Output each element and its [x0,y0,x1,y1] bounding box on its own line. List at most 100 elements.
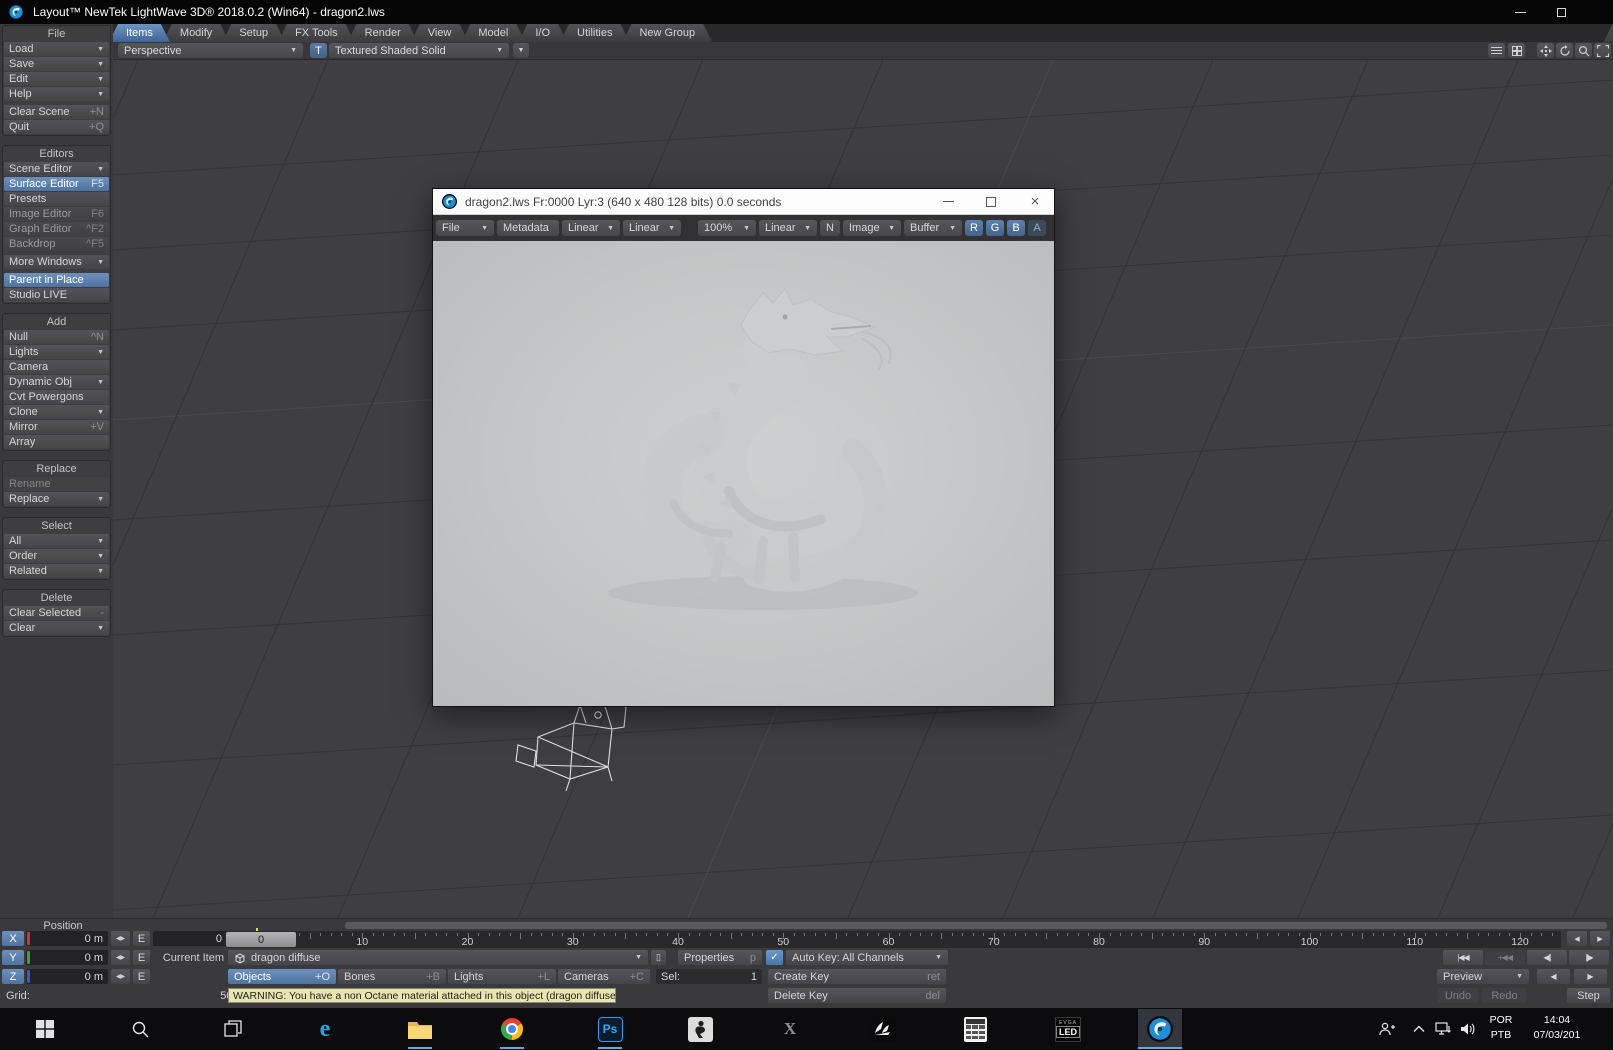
axis-x-button[interactable]: X [2,931,24,946]
step-button[interactable]: Step [1567,988,1610,1003]
play-forward-button[interactable]: ▶ [1574,969,1607,984]
sidebar-item-dynamic-obj[interactable]: Dynamic Obj ▼ [4,375,109,389]
axis-x-value-field[interactable]: 0 m [26,931,108,946]
render-close-button[interactable]: × [1018,189,1052,214]
texture-toggle-button[interactable]: T [310,43,327,58]
render-window-titlebar[interactable]: dragon2.lws Fr:0000 Lyr:3 (640 x 480 128… [433,189,1054,215]
horizontal-scrollbar[interactable] [345,922,1607,929]
taskbar-zbrush[interactable] [678,1009,722,1049]
sidebar-item-help[interactable]: Help ▼ [4,87,109,101]
tab-utilities[interactable]: Utilities [560,24,629,42]
sidebar-item-replace[interactable]: Replace ▼ [4,492,109,506]
taskbar-x-app[interactable]: X [768,1009,812,1049]
transport-button-0[interactable]: |◀◀ [1443,950,1483,965]
preview-dropdown[interactable]: Preview ▼ [1437,969,1529,984]
taskbar-edge[interactable]: e [303,1009,347,1049]
taskbar-file-explorer[interactable] [398,1009,442,1049]
taskbar-evga-led[interactable]: EVGA LED [1046,1009,1090,1049]
axis-z-button[interactable]: Z [2,969,24,984]
sidebar-item-edit[interactable]: Edit ▼ [4,72,109,86]
tray-speaker-button[interactable] [1459,1021,1477,1037]
category-objects-button[interactable]: Objects +O [228,969,336,984]
range-step-back-button[interactable]: ◀ [1567,931,1587,946]
viewport-pan-button[interactable] [1537,43,1554,58]
envelope-button[interactable]: E [133,969,150,984]
transport-button-3[interactable]: ||▶ [1569,950,1609,965]
tab-model[interactable]: Model [461,24,525,42]
tab-render[interactable]: Render [348,24,418,42]
sidebar-item-load[interactable]: Load ▼ [4,42,109,56]
minimize-button[interactable] [1503,0,1537,24]
render-maximize-button[interactable] [974,189,1008,214]
sidebar-item-clear-selected[interactable]: Clear Selected - [4,606,109,620]
tray-chevron-up-button[interactable] [1410,1021,1428,1037]
taskbar-chrome[interactable] [490,1009,534,1049]
channel-a-button[interactable]: A [1028,220,1046,236]
create-key-button[interactable]: Create Key ret [768,969,946,984]
sidebar-item-backdrop[interactable]: Backdrop ^F5 [4,237,109,251]
autokey-dropdown[interactable]: Auto Key: All Channels ▼ [786,950,948,965]
viewport-zoom-button[interactable] [1575,43,1592,58]
render-toolbar-buffer-8[interactable]: Buffer ▼ [904,220,962,236]
play-backward-button[interactable]: ◀ [1537,969,1570,984]
maximize-button[interactable] [1544,0,1578,24]
axis-stepper[interactable]: ◀▶ [111,950,130,965]
sidebar-item-camera[interactable]: Camera [4,360,109,374]
taskbar-calculator[interactable] [953,1009,997,1049]
redo-button[interactable]: Redo [1482,988,1527,1003]
tab-i-o[interactable]: I/O [518,24,567,42]
range-step-forward-button[interactable]: ▶ [1590,931,1610,946]
sidebar-item-related[interactable]: Related ▼ [4,564,109,578]
render-toolbar-linear-3[interactable]: Linear ▼ [623,220,681,236]
timeline-ruler[interactable]: 0102030405060708090100110120 0 [225,928,1561,948]
tab-items[interactable]: Items [113,24,170,42]
viewport-rotate-button[interactable] [1556,43,1573,58]
render-toolbar-metadata-1[interactable]: Metadata [497,220,559,236]
transport-button-2[interactable]: ◀|| [1527,950,1567,965]
render-toolbar-100-4[interactable]: 100% ▼ [698,220,756,236]
taskbar-task-view[interactable] [211,1009,255,1049]
channel-b-button[interactable]: B [1007,220,1025,236]
current-item-dropdown[interactable]: dragon diffuse ▼ [228,950,648,965]
category-cameras-button[interactable]: Cameras +C [558,969,650,984]
autokey-checkbox[interactable]: ✓ [766,950,783,965]
render-toolbar-linear-2[interactable]: Linear ▼ [562,220,620,236]
sidebar-item-array[interactable]: Array [4,435,109,449]
viewport-expand-button[interactable] [1594,43,1611,58]
axis-stepper[interactable]: ◀▶ [111,931,130,946]
sidebar-item-more-windows[interactable]: More Windows ▼ [4,255,109,269]
render-toolbar-n-6[interactable]: N [820,220,840,236]
render-toolbar-image-7[interactable]: Image ▼ [843,220,901,236]
start-frame-field[interactable]: 0 [153,931,227,946]
channel-r-button[interactable]: R [965,220,983,236]
taskbar-photoshop[interactable]: Ps [588,1009,632,1049]
tab-modify[interactable]: Modify [163,24,229,42]
shading-mode-dropdown[interactable]: Textured Shaded Solid ▼ [329,43,509,58]
taskbar-corsair[interactable] [861,1009,905,1049]
axis-z-value-field[interactable]: 0 m [26,969,108,984]
viewport-options-dropdown[interactable]: ▼ [513,43,529,58]
modeler-button[interactable]: Mod [1603,24,1613,42]
tray-network-button[interactable] [1434,1021,1452,1037]
envelope-button[interactable]: E [133,931,150,946]
sidebar-item-clear[interactable]: Clear ▼ [4,621,109,635]
sidebar-item-presets[interactable]: Presets [4,192,109,206]
tab-view[interactable]: View [411,24,469,42]
sidebar-item-rename[interactable]: Rename [4,477,109,491]
sidebar-item-order[interactable]: Order ▼ [4,549,109,563]
sidebar-item-studio-live[interactable]: Studio LIVE [4,288,109,302]
language-indicator[interactable]: POR PTB [1482,1013,1520,1043]
camera-wireframe[interactable] [508,693,658,803]
sidebar-item-cvt-powergons[interactable]: Cvt Powergons [4,390,109,404]
taskbar-lightwave[interactable] [1138,1009,1182,1049]
sidebar-item-image-editor[interactable]: Image Editor F6 [4,207,109,221]
tray-people-button[interactable] [1378,1021,1396,1037]
category-lights-button[interactable]: Lights +L [448,969,556,984]
viewport-grid-button[interactable] [1508,43,1525,58]
channel-g-button[interactable]: G [986,220,1004,236]
taskbar-search[interactable] [118,1009,162,1049]
transport-button-1[interactable]: +◀◀ [1485,950,1525,965]
tab-new-group[interactable]: New Group [622,24,712,42]
taskbar-start[interactable] [23,1009,67,1049]
sidebar-item-quit[interactable]: Quit +Q [4,120,109,134]
